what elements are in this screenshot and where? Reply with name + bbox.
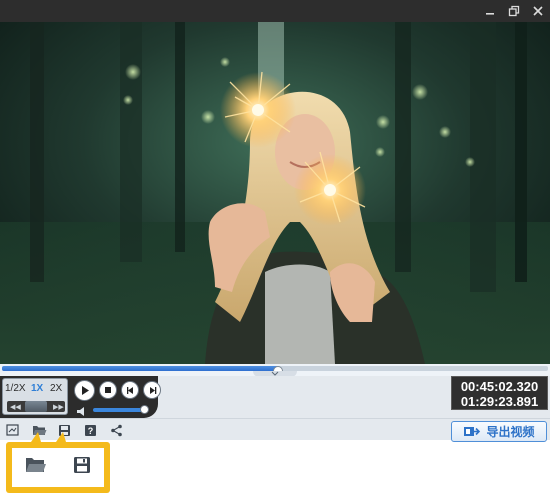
close-icon[interactable] xyxy=(526,0,550,22)
screenshot-icon[interactable] xyxy=(5,422,21,438)
share-icon[interactable] xyxy=(108,422,124,438)
bottom-toolbar: ? 导出视频 xyxy=(0,418,550,442)
speed-selector: 1/2X 1X 2X ◀◀ ▶▶ xyxy=(2,378,68,415)
speed-slider[interactable]: ◀◀ ▶▶ xyxy=(7,401,65,412)
total-time: 01:29:23.891 xyxy=(460,394,539,409)
svg-text:?: ? xyxy=(87,426,93,436)
fast-forward-icon[interactable]: ▶▶ xyxy=(53,403,64,411)
rewind-icon[interactable]: ◀◀ xyxy=(10,403,21,411)
title-bar xyxy=(0,0,550,22)
highlight-callout xyxy=(6,442,110,493)
speed-option-double[interactable]: 2X xyxy=(50,383,62,394)
seek-bar-area xyxy=(0,364,550,377)
current-time: 00:45:02.320 xyxy=(460,379,539,394)
stop-icon[interactable] xyxy=(99,381,117,399)
video-frame[interactable] xyxy=(0,22,550,364)
help-icon[interactable]: ? xyxy=(82,422,98,438)
export-video-button[interactable]: 导出视频 xyxy=(451,421,547,442)
minimize-icon[interactable] xyxy=(478,0,502,22)
speed-slider-knob[interactable] xyxy=(25,401,47,412)
export-icon xyxy=(464,427,481,436)
volume-fill xyxy=(93,408,145,412)
volume-knob[interactable] xyxy=(139,405,149,414)
restore-icon[interactable] xyxy=(502,0,526,22)
video-player-window: 1/2X 1X 2X ◀◀ ▶▶ 00:45:02.320 01:29:23.8… xyxy=(0,0,550,442)
time-display: 00:45:02.320 01:29:23.891 xyxy=(451,376,548,410)
save-icon xyxy=(73,456,91,479)
speed-option-normal[interactable]: 1X xyxy=(31,383,43,394)
previous-frame-icon[interactable] xyxy=(121,381,139,399)
next-frame-icon[interactable] xyxy=(143,381,161,399)
volume-slider[interactable] xyxy=(93,405,149,414)
video-frame-image xyxy=(0,22,550,364)
play-icon[interactable] xyxy=(74,380,95,401)
callout-content xyxy=(12,448,104,487)
open-folder-icon xyxy=(25,456,47,479)
speed-option-half[interactable]: 1/2X xyxy=(5,383,26,394)
playback-controls: 1/2X 1X 2X ◀◀ ▶▶ 00:45:02.320 01:29:23.8… xyxy=(0,376,550,418)
export-video-label: 导出视频 xyxy=(486,425,535,439)
seek-fill xyxy=(2,366,278,371)
